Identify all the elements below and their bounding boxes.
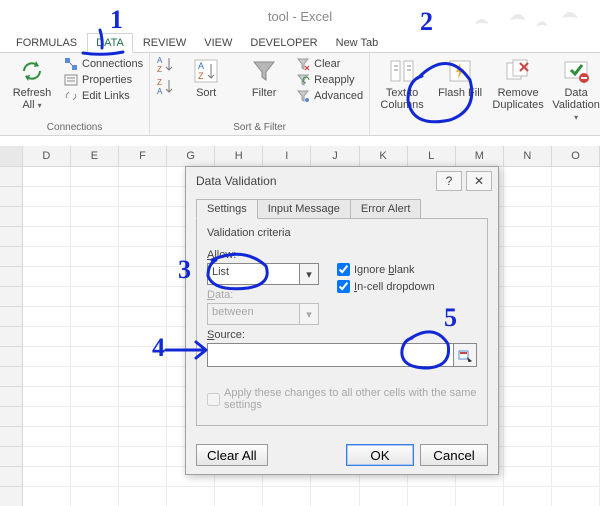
flash-fill-icon (446, 57, 474, 85)
reapply-icon (296, 73, 310, 87)
group-sortfilter-label: Sort & Filter (156, 120, 363, 135)
apply-all-checkbox: Apply these changes to all other cells w… (207, 387, 477, 411)
data-label: Data: (207, 289, 319, 301)
refresh-all-label: Refresh All (13, 87, 52, 111)
filter-button[interactable]: Filter (238, 55, 290, 99)
flash-fill-button[interactable]: Flash Fill (434, 55, 486, 99)
clear-icon (296, 57, 310, 71)
clear-all-button[interactable]: Clear All (196, 444, 268, 466)
dialog-tab-error-alert[interactable]: Error Alert (350, 199, 422, 218)
sort-az-button[interactable]: AZ (156, 55, 174, 75)
svg-text:A: A (198, 61, 204, 71)
svg-text:Z: Z (198, 71, 204, 81)
col-header[interactable]: F (119, 146, 167, 166)
tab-data[interactable]: DATA (87, 33, 133, 53)
data-combo: between ▾ (207, 303, 319, 325)
range-picker-button[interactable] (453, 343, 477, 367)
range-picker-icon (458, 348, 472, 362)
text-to-columns-button[interactable]: Text to Columns (376, 55, 428, 111)
tab-view[interactable]: VIEW (196, 34, 240, 52)
refresh-all-button[interactable]: Refresh All ▾ (6, 55, 58, 112)
source-label: Source: (207, 329, 477, 341)
edit-links-icon (64, 89, 78, 103)
col-header[interactable]: O (552, 146, 600, 166)
sort-az-icon: AZ (156, 55, 174, 75)
col-header[interactable]: E (71, 146, 119, 166)
connections-icon (64, 57, 78, 71)
ribbon: Refresh All ▾ Connections Properties Edi… (0, 53, 600, 136)
col-header[interactable]: D (23, 146, 71, 166)
ok-button[interactable]: OK (346, 444, 414, 466)
sort-icon: AZ (192, 57, 220, 85)
source-input[interactable] (207, 343, 454, 367)
filter-icon (250, 57, 278, 85)
tab-developer[interactable]: DEVELOPER (242, 34, 325, 52)
worksheet[interactable]: D E F G H I J K L M N O Data Validation … (0, 146, 600, 506)
advanced-filter-button[interactable]: Advanced (296, 89, 363, 103)
allow-value: List (208, 264, 299, 284)
reapply-button[interactable]: Reapply (296, 73, 363, 87)
edit-links-button[interactable]: Edit Links (64, 89, 143, 103)
help-button[interactable]: ? (436, 171, 462, 191)
col-header[interactable]: J (311, 146, 359, 166)
allow-combo[interactable]: List ▾ (207, 263, 319, 285)
col-header[interactable]: M (456, 146, 504, 166)
svg-text:A: A (157, 56, 163, 65)
refresh-icon (18, 57, 46, 85)
data-validation-icon (562, 57, 590, 85)
col-header[interactable]: N (504, 146, 552, 166)
data-validation-button[interactable]: Data Validation ▾ (550, 55, 600, 124)
remove-duplicates-icon (504, 57, 532, 85)
text-to-columns-icon (388, 57, 416, 85)
dialog-title: Data Validation (196, 174, 277, 188)
col-header[interactable]: I (263, 146, 311, 166)
ignore-blank-checkbox[interactable]: Ignore blank (337, 263, 435, 276)
col-header[interactable]: G (167, 146, 215, 166)
sort-za-button[interactable]: ZA (156, 77, 174, 97)
column-headers: D E F G H I J K L M N O (0, 146, 600, 167)
dialog-tab-input-message[interactable]: Input Message (257, 199, 351, 218)
sort-za-icon: ZA (156, 77, 174, 97)
col-header[interactable]: K (360, 146, 408, 166)
chevron-down-icon: ▾ (299, 264, 318, 284)
svg-text:Z: Z (157, 78, 162, 87)
chevron-down-icon: ▾ (299, 304, 318, 324)
dialog-tab-settings[interactable]: Settings (196, 199, 258, 219)
tab-formulas[interactable]: FORMULAS (8, 34, 85, 52)
select-all-corner[interactable] (0, 146, 23, 166)
group-connections-label: Connections (6, 120, 143, 135)
group-datatools-label: Data Tools (376, 124, 600, 139)
svg-text:A: A (157, 87, 163, 96)
properties-icon (64, 73, 78, 87)
help-icon: ? (446, 174, 453, 188)
close-button[interactable]: ✕ (466, 171, 492, 191)
close-icon: ✕ (474, 174, 484, 188)
data-validation-dialog: Data Validation ? ✕ Settings Input Messa… (185, 166, 499, 475)
tab-review[interactable]: REVIEW (135, 34, 194, 52)
sort-button[interactable]: AZ Sort (180, 55, 232, 99)
remove-duplicates-button[interactable]: Remove Duplicates (492, 55, 544, 111)
clear-filter-button[interactable]: Clear (296, 57, 363, 71)
cancel-button[interactable]: Cancel (420, 444, 488, 466)
advanced-icon (296, 89, 310, 103)
validation-criteria-label: Validation criteria (207, 227, 477, 239)
tab-newtab[interactable]: New Tab (328, 34, 387, 52)
svg-text:Z: Z (157, 65, 162, 74)
connections-button[interactable]: Connections (64, 57, 143, 71)
incell-dropdown-checkbox[interactable]: In-cell dropdown (337, 280, 435, 293)
col-header[interactable]: L (408, 146, 456, 166)
data-value: between (208, 304, 299, 324)
col-header[interactable]: H (215, 146, 263, 166)
allow-label: AAllow:llow: (207, 249, 319, 261)
properties-button[interactable]: Properties (64, 73, 143, 87)
